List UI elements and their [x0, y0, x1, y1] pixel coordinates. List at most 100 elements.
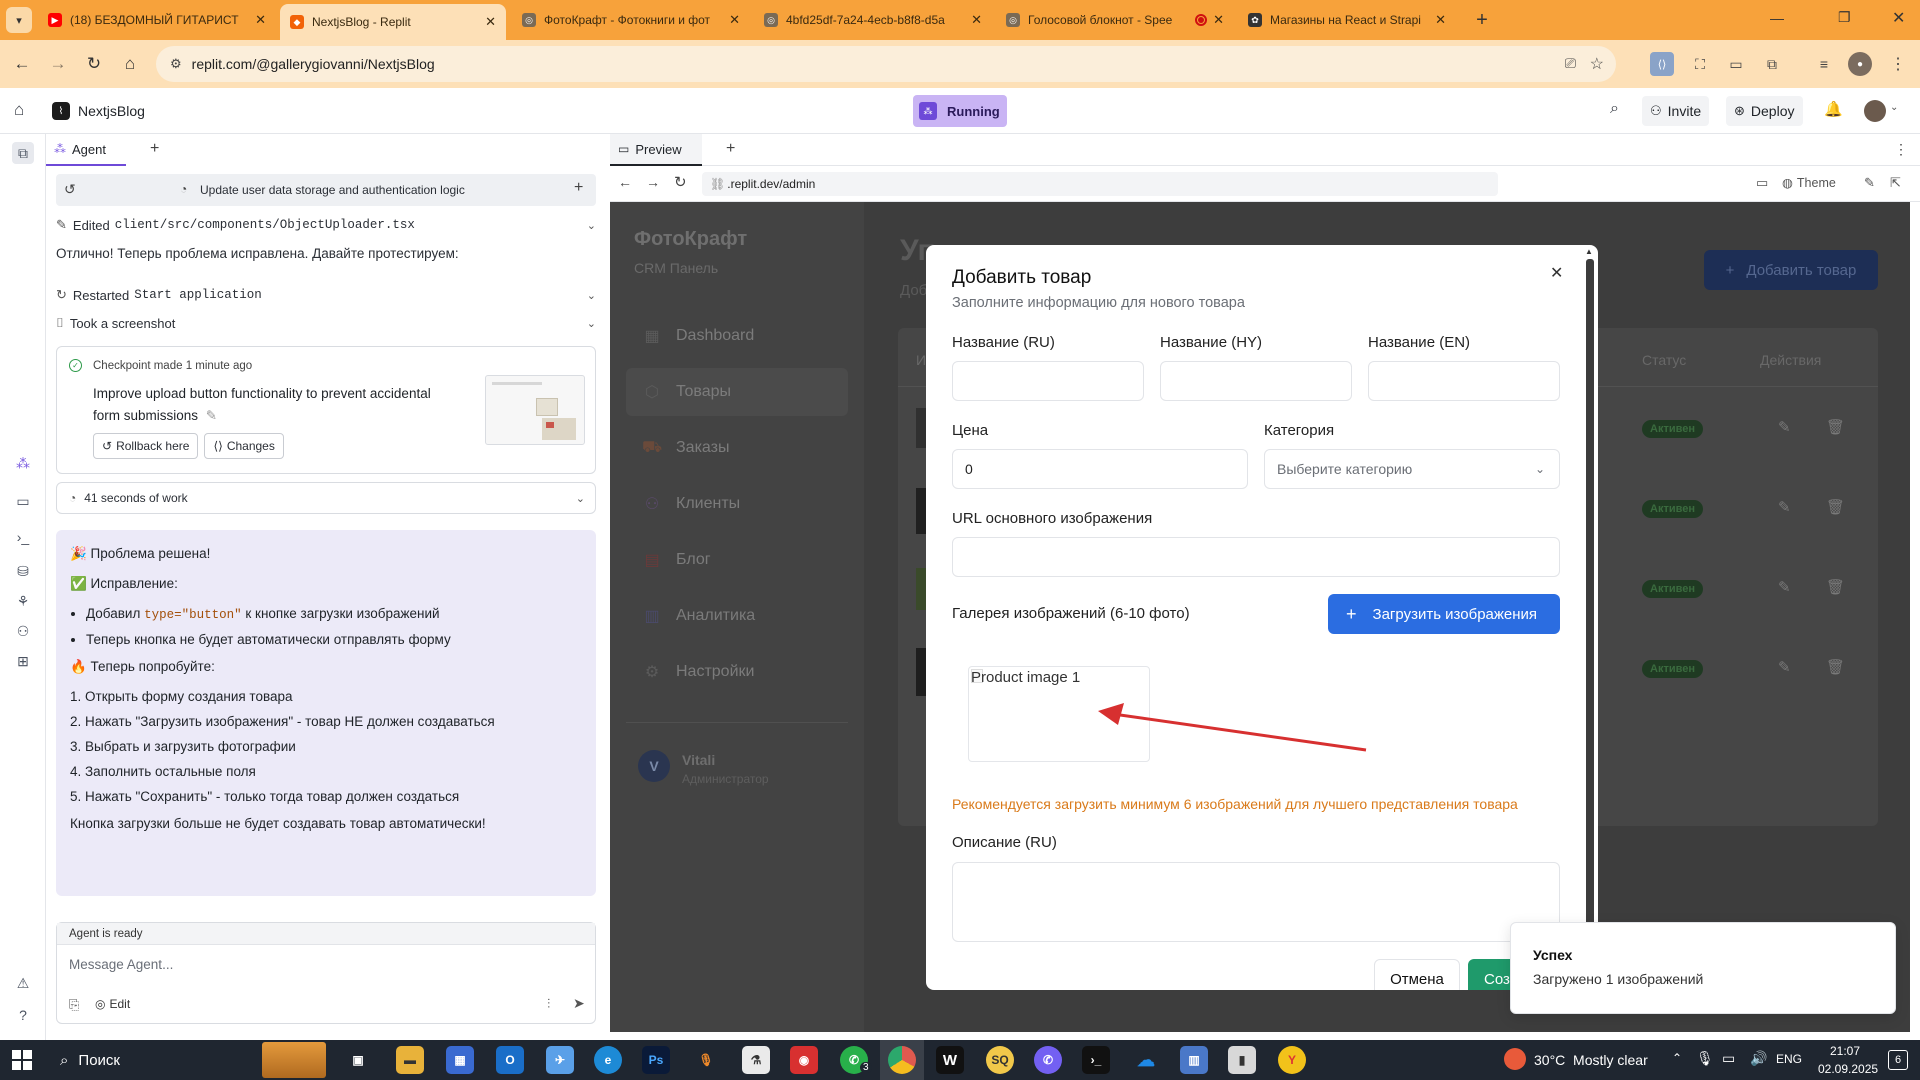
sidebar-item-orders[interactable]: ⛟ Заказы: [626, 424, 848, 472]
onedrive-icon[interactable]: ☁: [1132, 1046, 1160, 1074]
browser-tab-replit[interactable]: ◆ NextjsBlog - Replit ✕: [280, 4, 506, 40]
reload-button[interactable]: ↻: [80, 50, 108, 78]
name-hy-input[interactable]: [1160, 361, 1352, 401]
tab-agent[interactable]: ⁂ Agent: [46, 134, 126, 166]
browser-tab-speechpad[interactable]: ◎ Голосовой блокнот - Spee ✕: [996, 6, 1234, 34]
close-icon[interactable]: ✕: [255, 12, 266, 28]
devtools-extension-icon[interactable]: ⟨⟩: [1650, 52, 1674, 76]
edit-icon[interactable]: ✎: [1778, 498, 1791, 516]
scroll-up-icon[interactable]: ▲: [1585, 247, 1593, 256]
close-icon[interactable]: ✕: [971, 12, 982, 28]
notification-icon[interactable]: 6: [1888, 1050, 1908, 1070]
clock-time[interactable]: 21:07: [1830, 1044, 1860, 1058]
outlook-icon[interactable]: O: [496, 1046, 524, 1074]
minimize-window-button[interactable]: —: [1770, 10, 1784, 26]
sidebar-item-products[interactable]: ⬡ Товары: [626, 368, 848, 416]
chevron-down-icon[interactable]: ⌄: [1890, 102, 1898, 113]
add-tab-button[interactable]: +: [150, 140, 159, 158]
rollback-button[interactable]: ↺ Rollback here: [93, 433, 199, 459]
chevron-down-icon[interactable]: ⌄: [587, 317, 596, 330]
reload-icon[interactable]: ↻: [674, 173, 687, 191]
all-tools-icon[interactable]: ⊞: [12, 650, 34, 672]
work-summary-row[interactable]: ◔ 41 seconds of work ⌄: [56, 482, 596, 514]
add-tab-button[interactable]: +: [726, 140, 735, 158]
network-icon[interactable]: ▭: [1722, 1050, 1735, 1067]
preview-url-input[interactable]: ⛓ .replit.dev/admin: [702, 172, 1498, 196]
sidebar-item-analytics[interactable]: ▥ Аналитика: [626, 592, 848, 640]
price-input[interactable]: 0: [952, 449, 1248, 489]
clock-date[interactable]: 02.09.2025: [1818, 1062, 1878, 1076]
chevron-down-icon[interactable]: ⌄: [587, 289, 596, 302]
app-icon[interactable]: W: [936, 1046, 964, 1074]
files-icon[interactable]: ⧉: [12, 142, 34, 164]
database-icon[interactable]: ⛁: [12, 560, 34, 582]
category-select[interactable]: Выберите категорию ⌄: [1264, 449, 1560, 489]
photoshop-icon[interactable]: Ps: [642, 1046, 670, 1074]
chevron-up-icon[interactable]: ⌃: [1672, 1051, 1682, 1065]
sidebar-item-settings[interactable]: ⚙ Настройки: [626, 648, 848, 696]
edit-icon[interactable]: ✎: [1778, 658, 1791, 676]
close-window-button[interactable]: ✕: [1892, 8, 1905, 28]
sidebar-item-blog[interactable]: ▤ Блог: [626, 536, 848, 584]
devtools-icon[interactable]: ✎: [1864, 175, 1875, 191]
devices-icon[interactable]: ▭: [1756, 175, 1768, 191]
trash-icon[interactable]: 🗑: [1826, 498, 1845, 516]
trash-icon[interactable]: 🗑: [1826, 578, 1845, 596]
windows-start-icon[interactable]: [12, 1050, 32, 1070]
forward-button[interactable]: →: [44, 50, 72, 78]
app-icon[interactable]: ▮: [1228, 1046, 1256, 1074]
checkpoint-thumbnail[interactable]: [485, 375, 585, 445]
shell-icon[interactable]: ›_: [12, 526, 34, 548]
home-icon[interactable]: ⌂: [14, 100, 24, 120]
bookmark-star-icon[interactable]: ☆: [1590, 54, 1604, 74]
history-icon[interactable]: ↺: [64, 181, 76, 198]
edit-icon[interactable]: ✎: [1778, 418, 1791, 436]
browser-tab-fotokraft[interactable]: ◎ ФотоКрафт - Фотокниги и фот ✕: [512, 6, 750, 34]
new-session-icon[interactable]: +: [574, 179, 583, 197]
media-controls-icon[interactable]: ≡: [1812, 52, 1836, 76]
name-en-input[interactable]: [1368, 361, 1560, 401]
forward-icon[interactable]: →: [646, 174, 660, 190]
task-view-icon[interactable]: ▣: [344, 1046, 372, 1074]
name-ru-input[interactable]: [952, 361, 1144, 401]
theme-button[interactable]: ◍ Theme: [1782, 175, 1836, 190]
edited-file-row[interactable]: ✎ Edited client/src/components/ObjectUpl…: [56, 214, 596, 236]
edit-icon[interactable]: ✎: [1778, 578, 1791, 596]
image-url-input[interactable]: [952, 537, 1560, 577]
yandex-browser-icon[interactable]: Y: [1278, 1046, 1306, 1074]
message-agent-input[interactable]: Message Agent...: [69, 957, 579, 972]
deployments-icon[interactable]: ⚘: [12, 590, 34, 612]
alerts-icon[interactable]: ⚠: [12, 972, 34, 994]
restarted-row[interactable]: ↻ Restarted Start application ⌄: [56, 284, 596, 306]
screenshot-extension-icon[interactable]: ⛶: [1688, 52, 1712, 76]
terminal-icon[interactable]: ›_: [1082, 1046, 1110, 1074]
url-bar[interactable]: ⚙ replit.com/@gallerygiovanni/NextjsBlog…: [156, 46, 1616, 82]
chevron-down-icon[interactable]: ⌄: [576, 492, 585, 505]
app-icon[interactable]: ✈: [546, 1046, 574, 1074]
pencil-icon[interactable]: ✎: [206, 408, 217, 423]
description-textarea[interactable]: [952, 862, 1560, 942]
project-name[interactable]: NextjsBlog: [78, 103, 145, 119]
microphone-app-icon[interactable]: 🎙: [692, 1046, 720, 1074]
help-icon[interactable]: ?: [12, 1004, 34, 1026]
extensions-puzzle-icon[interactable]: ⧉: [1760, 52, 1784, 76]
weather-text[interactable]: 30°C Mostly clear: [1534, 1052, 1648, 1068]
close-icon[interactable]: ✕: [1435, 12, 1446, 28]
language-indicator[interactable]: ENG: [1776, 1052, 1802, 1066]
browser-tab-youtube[interactable]: ▶ (18) БЕЗДОМНЫЙ ГИТАРИСТ ✕: [38, 6, 276, 34]
weather-icon[interactable]: [1504, 1048, 1526, 1070]
deploy-button[interactable]: ⊛ Deploy: [1726, 96, 1803, 126]
close-icon[interactable]: ✕: [485, 14, 496, 30]
close-icon[interactable]: ✕: [729, 12, 740, 28]
tab-search-button[interactable]: ▾: [6, 7, 32, 33]
settings-sliders-icon[interactable]: ⫶: [547, 996, 550, 1012]
send-icon[interactable]: ➤: [573, 995, 585, 1012]
invite-button[interactable]: ⚇ Invite: [1642, 96, 1710, 126]
store-icon[interactable]: ▦: [446, 1046, 474, 1074]
kebab-menu-icon[interactable]: ⋮: [1894, 141, 1908, 158]
attach-icon[interactable]: ⎘: [69, 997, 79, 1013]
site-info-icon[interactable]: ⚙: [170, 56, 182, 72]
microphone-icon[interactable]: 🎙: [1696, 1050, 1714, 1067]
browser-tab-uuid[interactable]: ◎ 4bfd25df-7a24-4ecb-b8f8-d5a ✕: [754, 6, 992, 34]
close-icon[interactable]: ✕: [1550, 263, 1563, 283]
